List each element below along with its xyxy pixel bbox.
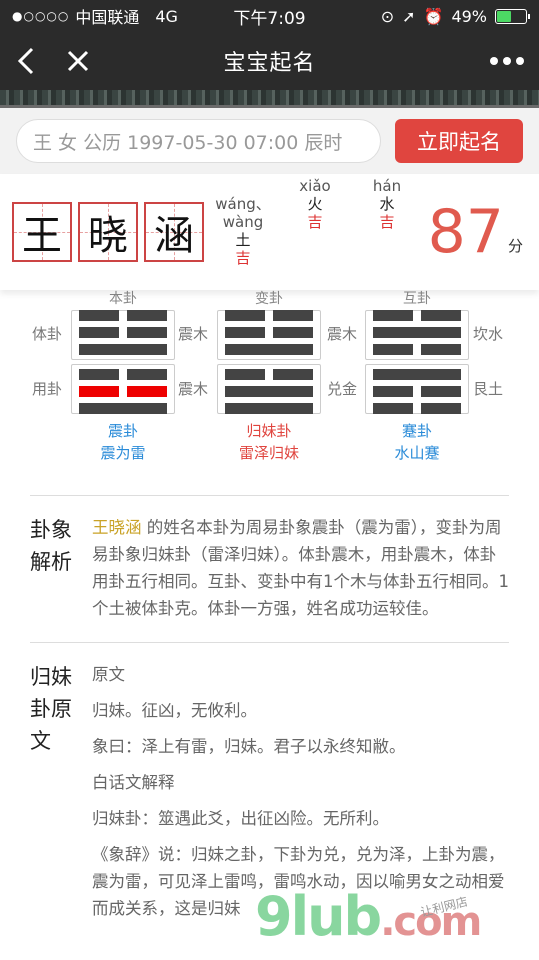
birth-info-input[interactable]: 王 女 公历 1997-05-30 07:00 辰时 (16, 119, 381, 163)
hexagram-section: 本卦 震卦 震为雷 体卦 用卦 震木 震木 变卦 归妹卦 雷泽归妹 震木 兑金 (0, 290, 539, 495)
location-icon: ➚ (402, 6, 416, 26)
text-line: 原文 (92, 665, 125, 684)
yang-line (79, 403, 167, 414)
text-line: 象曰：泽上有雷，归妹。君子以永终知敝。 (92, 737, 406, 756)
hexagram-header: 本卦 (109, 291, 137, 307)
hexagram-name: 归妹卦 (246, 422, 292, 440)
close-button[interactable] (52, 32, 104, 90)
name-result-row: 王 晓 涵 wáng、 wàng 土 吉 xiǎo 火 吉 hán 水 吉 87 … (0, 174, 539, 290)
luck: 吉 (307, 213, 323, 231)
watermark-logo: 9lub.com (255, 885, 482, 948)
analysis-section: 卦象解析 王晓涵 的姓名本卦为周易卦象震卦（震为雷），变卦为周易卦象归妹卦（雷泽… (0, 496, 539, 642)
hexagram-hu: 互卦 蹇卦 水山蹇 (357, 290, 477, 464)
score-unit: 分 (507, 237, 523, 255)
side-label: 坎水 (473, 325, 504, 343)
hexagram-lines (217, 310, 321, 414)
back-button[interactable] (0, 32, 52, 90)
wuxing: 水 (379, 195, 395, 213)
name-score: 87 分 (428, 202, 523, 262)
yang-line (225, 386, 313, 397)
yin-line (373, 344, 461, 355)
ti-gua-label: 体卦 (32, 325, 63, 343)
yang-line (79, 344, 167, 355)
side-label: 艮土 (473, 380, 504, 398)
yin-line (225, 327, 313, 338)
network-type: 4G (155, 6, 178, 26)
hexagram-name: 震卦 (107, 422, 138, 440)
pinyin: hán (372, 177, 402, 195)
char-info-3: hán 水 吉 (360, 177, 414, 267)
moving-line (79, 386, 167, 397)
hexagram-ben: 本卦 震卦 震为雷 (63, 290, 183, 464)
score-value: 87 (427, 197, 504, 267)
hexagram-name: 蹇卦 (401, 422, 432, 440)
more-dots-icon (490, 57, 524, 65)
close-icon (67, 50, 89, 72)
more-button[interactable] (481, 32, 533, 90)
nav-bar: 宝宝起名 (0, 32, 539, 90)
signal-icon: ●○○○○ (12, 9, 70, 23)
wuxing: 火 (307, 195, 323, 213)
name-char-3: 涵 (144, 202, 204, 262)
yang-line (373, 369, 461, 380)
decorative-roof-banner (0, 90, 539, 108)
text-line: 白话文解释 (92, 773, 175, 792)
yin-line (373, 403, 461, 414)
rotation-lock-icon: ⊙ (380, 6, 395, 26)
yin-line (79, 369, 167, 380)
hexagram-fullname: 雷泽归妹 (238, 444, 299, 462)
char-info-1: wáng、 wàng 土 吉 (215, 195, 271, 267)
wuxing: 土 (235, 231, 251, 249)
text-line: 归妹卦：筮遇此爻，出征凶险。无所利。 (92, 809, 389, 828)
side-label: 震木 (178, 325, 209, 343)
yang-line (373, 327, 461, 338)
luck: 吉 (379, 213, 395, 231)
chevron-left-icon (17, 47, 34, 75)
status-bar: ●○○○○ 中国联通 4G 下午7:09 ⊙ ➚ ⏰ 49% (0, 0, 539, 32)
analysis-text: 王晓涵 的姓名本卦为周易卦象震卦（震为雷），变卦为周易卦象归妹卦（雷泽归妹）。体… (92, 518, 509, 618)
side-label: 震木 (327, 325, 358, 343)
yong-gua-label: 用卦 (32, 380, 63, 398)
yin-line (79, 310, 167, 321)
hexagram-lines (365, 310, 469, 414)
side-label: 兑金 (327, 380, 358, 398)
carrier: 中国联通 (75, 8, 140, 27)
name-char-2: 晓 (78, 202, 138, 262)
battery-percent: 49% (451, 6, 487, 26)
yang-line (225, 344, 313, 355)
search-row: 王 女 公历 1997-05-30 07:00 辰时 立即起名 (0, 108, 539, 174)
alarm-icon: ⏰ (423, 6, 444, 26)
hexagram-lines (71, 310, 175, 414)
name-char-1: 王 (12, 202, 72, 262)
yin-line (373, 386, 461, 397)
pinyin: xiǎo (299, 177, 331, 195)
char-info-2: xiǎo 火 吉 (288, 177, 342, 267)
yin-line (225, 310, 313, 321)
highlight-name: 王晓涵 (92, 518, 142, 537)
luck: 吉 (235, 249, 251, 267)
battery-icon (495, 8, 530, 24)
yin-line (79, 327, 167, 338)
hexagram-header: 互卦 (403, 291, 431, 307)
yin-line (225, 369, 313, 380)
section-label: 卦象解析 (30, 518, 72, 574)
hexagram-fullname: 震为雷 (100, 444, 146, 462)
hexagram-fullname: 水山蹇 (394, 444, 440, 462)
generate-name-button[interactable]: 立即起名 (395, 119, 523, 163)
side-label: 震木 (178, 380, 209, 398)
text-line: 归妹。征凶，无攸利。 (92, 701, 257, 720)
yang-line (225, 403, 313, 414)
hexagram-bian: 变卦 归妹卦 雷泽归妹 (209, 290, 329, 464)
pinyin: wáng、 wàng (215, 195, 271, 231)
hexagram-header: 变卦 (255, 291, 283, 307)
yin-line (373, 310, 461, 321)
section-label: 归妹卦原文 (30, 665, 72, 753)
